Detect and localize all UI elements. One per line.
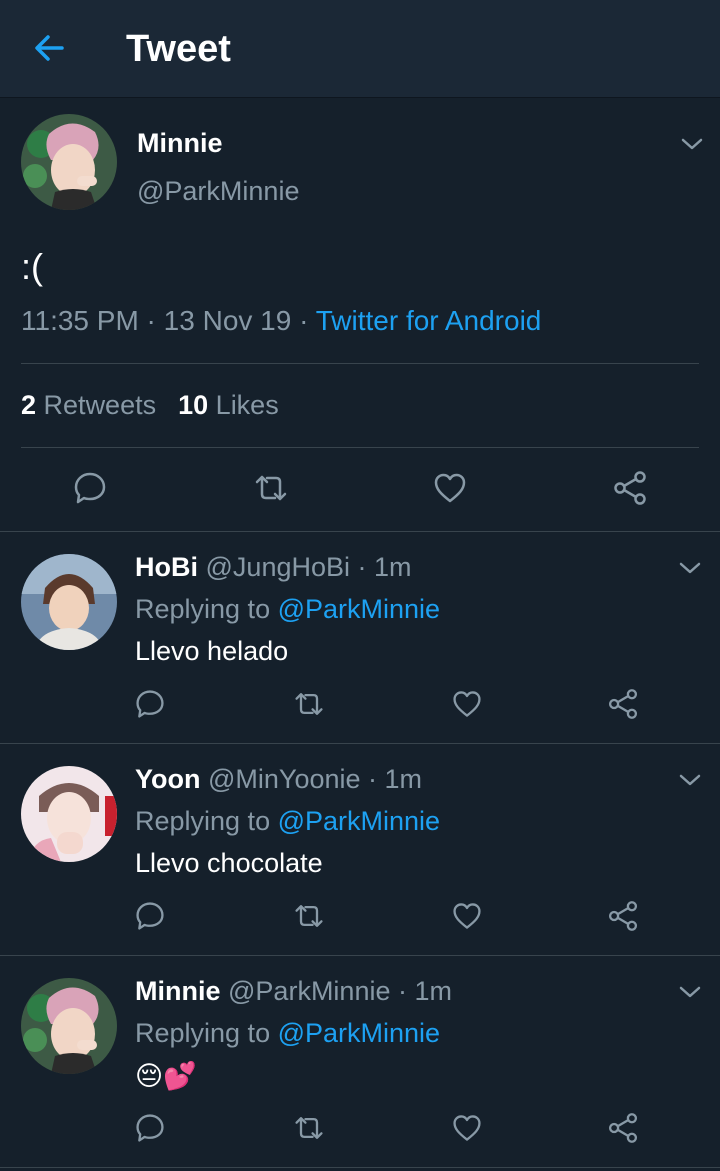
retweet-button[interactable]: [252, 470, 290, 506]
reply-header: HoBi @JungHoBi · 1m: [135, 552, 412, 582]
likes-stat[interactable]: 10 Likes: [178, 390, 279, 420]
avatar[interactable]: [21, 554, 117, 650]
reply-tweet[interactable]: HoBi @JungHoBi · 1m Replying to @ParkMin…: [0, 532, 720, 744]
meta-separator: ·: [138, 305, 164, 336]
tweet-source-link[interactable]: Twitter for Android: [316, 305, 542, 336]
tweet-stats: 2 Retweets 10 Likes: [21, 390, 279, 421]
replying-to: Replying to @ParkMinnie: [135, 594, 440, 625]
author-handle[interactable]: @MinYoonie: [208, 764, 361, 794]
like-button[interactable]: [451, 1112, 483, 1144]
share-button[interactable]: [607, 900, 639, 932]
tweet-menu-button[interactable]: [677, 982, 703, 1002]
reply-text: Llevo helado: [135, 636, 289, 666]
tweet-meta: 11:35 PM · 13 Nov 19 · Twitter for Andro…: [21, 305, 541, 337]
page-title: Tweet: [126, 28, 231, 70]
reply-icon: [136, 902, 164, 930]
reply-time: 1m: [374, 552, 412, 582]
replying-to-label: Replying to: [135, 594, 278, 624]
tweet-menu-button[interactable]: [679, 134, 705, 154]
mention-link[interactable]: @ParkMinnie: [278, 1018, 440, 1048]
reply-text: Llevo chocolate: [135, 848, 323, 878]
tweet-time: 11:35 PM: [21, 305, 139, 336]
reply-time: 1m: [414, 976, 452, 1006]
like-button[interactable]: [451, 688, 483, 720]
mention-link[interactable]: @ParkMinnie: [278, 806, 440, 836]
main-tweet: Minnie @ParkMinnie :( 11:35 PM · 13 Nov …: [0, 98, 720, 532]
retweet-icon: [295, 693, 323, 715]
author-name[interactable]: Yoon: [135, 764, 200, 794]
author-name[interactable]: HoBi: [135, 552, 198, 582]
reply-button[interactable]: [134, 900, 166, 932]
heart-icon: [434, 473, 466, 503]
share-icon: [608, 901, 638, 931]
like-button[interactable]: [432, 470, 468, 506]
chevron-down-icon: [679, 562, 701, 574]
reply-header: Minnie @ParkMinnie · 1m: [135, 976, 452, 1006]
heart-icon: [453, 691, 481, 717]
heart-icon: [453, 903, 481, 929]
reply-icon: [136, 690, 164, 718]
share-button[interactable]: [607, 688, 639, 720]
retweets-label: Retweets: [43, 390, 157, 420]
reply-icon: [74, 472, 106, 504]
reply-time: 1m: [384, 764, 423, 794]
reply-tweet[interactable]: Minnie @ParkMinnie · 1m Replying to @Par…: [0, 956, 720, 1168]
share-icon: [608, 689, 638, 719]
reply-icon: [136, 1114, 164, 1142]
tweet-date: 13 Nov 19: [163, 305, 292, 336]
reply-text: 😔💕: [135, 1061, 197, 1091]
retweet-button[interactable]: [292, 688, 326, 720]
arrow-left-icon: [35, 35, 64, 61]
likes-label: Likes: [215, 390, 279, 420]
chevron-down-icon: [681, 138, 703, 150]
share-icon: [614, 471, 646, 505]
avatar[interactable]: [21, 114, 117, 210]
tweet-menu-button[interactable]: [677, 558, 703, 578]
tweet-text: :(: [21, 246, 43, 287]
avatar[interactable]: [21, 766, 117, 862]
retweet-button[interactable]: [292, 900, 326, 932]
reply-button[interactable]: [72, 470, 108, 506]
divider: [21, 363, 699, 364]
retweets-count: 2: [21, 390, 37, 420]
mention-link[interactable]: @ParkMinnie: [278, 594, 440, 624]
replying-to: Replying to @ParkMinnie: [135, 806, 440, 837]
author-handle[interactable]: @ParkMinnie: [137, 176, 299, 207]
share-button[interactable]: [612, 470, 648, 506]
likes-count: 10: [178, 390, 209, 420]
reply-header: Yoon @MinYoonie · 1m: [135, 764, 423, 794]
divider: [21, 447, 699, 448]
meta-separator: ·: [291, 305, 316, 336]
retweet-icon: [295, 1117, 323, 1139]
author-name[interactable]: Minnie: [135, 976, 221, 1006]
retweet-icon: [255, 475, 287, 501]
reply-button[interactable]: [134, 688, 166, 720]
retweet-icon: [295, 905, 323, 927]
back-button[interactable]: [26, 24, 74, 72]
share-button[interactable]: [607, 1112, 639, 1144]
replying-to-label: Replying to: [135, 1018, 278, 1048]
tweet-menu-button[interactable]: [677, 770, 703, 790]
retweets-stat[interactable]: 2 Retweets: [21, 390, 156, 420]
heart-icon: [453, 1115, 481, 1141]
reply-button[interactable]: [134, 1112, 166, 1144]
author-name[interactable]: Minnie: [137, 128, 223, 159]
reply-tweet[interactable]: Yoon @MinYoonie · 1m Replying to @ParkMi…: [0, 744, 720, 956]
retweet-button[interactable]: [292, 1112, 326, 1144]
top-app-bar: Tweet: [0, 0, 720, 98]
share-icon: [608, 1113, 638, 1143]
author-handle[interactable]: @ParkMinnie: [228, 976, 390, 1006]
author-handle[interactable]: @JungHoBi: [206, 552, 350, 582]
chevron-down-icon: [679, 774, 701, 786]
replying-to-label: Replying to: [135, 806, 278, 836]
chevron-down-icon: [679, 986, 701, 998]
replying-to: Replying to @ParkMinnie: [135, 1018, 440, 1049]
avatar[interactable]: [21, 978, 117, 1074]
like-button[interactable]: [451, 900, 483, 932]
